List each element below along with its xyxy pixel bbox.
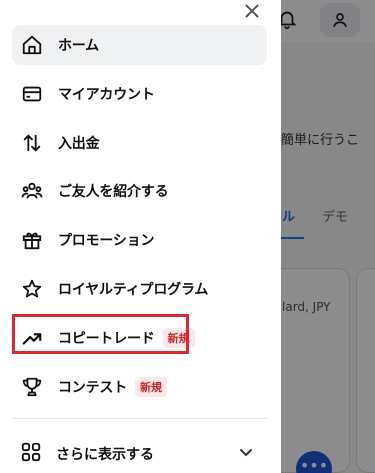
star-icon [20, 277, 44, 301]
chevron-down-icon [238, 444, 254, 460]
close-button[interactable] [240, 0, 264, 22]
menu-item-loyalty[interactable]: ロイヤルティプログラム [12, 269, 267, 309]
menu-item-my-account[interactable]: マイアカウント [12, 74, 267, 114]
menu-item-refer-friend[interactable]: ご友人を紹介する [12, 171, 267, 211]
new-badge: 新規 [135, 376, 167, 397]
menu-item-contest[interactable]: コンテスト 新規 [12, 367, 267, 407]
menu-label: プロモーション [58, 233, 155, 250]
divider [12, 418, 267, 419]
grid-icon [20, 441, 42, 467]
menu-label: ご友人を紹介する [58, 184, 169, 201]
menu-label: コンテスト [58, 379, 127, 396]
gift-icon [20, 228, 44, 252]
highlight-box [12, 314, 189, 354]
drawer-menu: ホーム マイアカウント 入出金 ご友人を紹介する プロモーション ロイヤルティプ… [12, 25, 267, 415]
card-icon [20, 82, 44, 106]
people-icon [20, 179, 44, 203]
menu-label: マイアカウント [58, 86, 155, 103]
side-drawer: ホーム マイアカウント 入出金 ご友人を紹介する プロモーション ロイヤルティプ… [0, 0, 281, 473]
menu-item-deposit-withdraw[interactable]: 入出金 [12, 123, 267, 163]
menu-label: 入出金 [58, 135, 100, 152]
arrows-up-down-icon [20, 131, 44, 155]
show-more-button[interactable]: さらに表示する [20, 438, 260, 470]
menu-item-home[interactable]: ホーム [12, 25, 267, 65]
home-icon [20, 33, 44, 57]
menu-item-promotion[interactable]: プロモーション [12, 220, 267, 260]
show-more-label: さらに表示する [56, 447, 154, 463]
close-icon [245, 4, 259, 18]
menu-label: ロイヤルティプログラム [58, 281, 209, 298]
menu-label: ホーム [58, 38, 99, 54]
trophy-icon [20, 375, 44, 399]
